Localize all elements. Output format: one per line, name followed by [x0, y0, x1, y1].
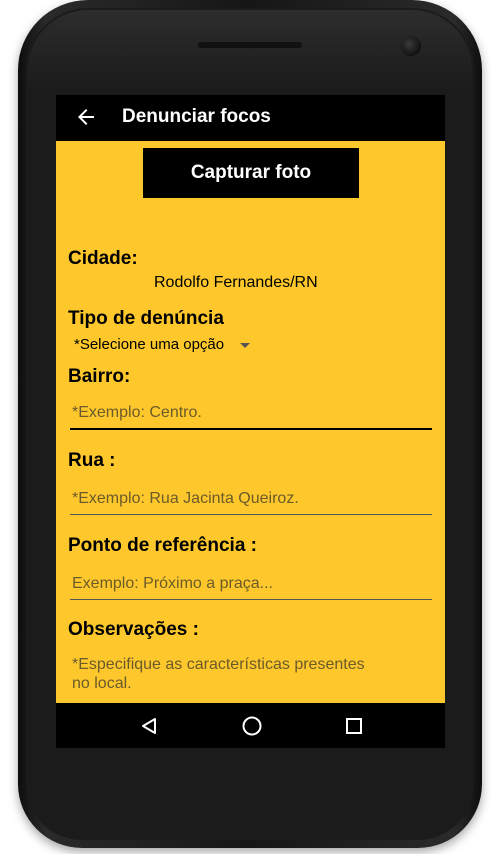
dropdown-arrow-icon	[240, 343, 251, 348]
form-content: Capturar foto Cidade: Rodolfo Fernandes/…	[56, 141, 445, 703]
reference-placeholder: Exemplo: Próximo a praça...	[72, 575, 273, 592]
neighborhood-placeholder: *Exemplo: Centro.	[72, 404, 202, 421]
app-screen: Denunciar focos Capturar foto Cidade: Ro…	[56, 95, 445, 748]
arrow-left-icon[interactable]	[74, 105, 98, 129]
complaint-type-select[interactable]: *Selecione uma opção	[74, 336, 251, 353]
triangle-back-icon	[142, 717, 156, 734]
reference-input[interactable]: Exemplo: Próximo a praça...	[70, 571, 432, 600]
capture-photo-button[interactable]: Capturar foto	[143, 148, 359, 198]
nav-home-button[interactable]	[222, 703, 282, 748]
reference-label: Ponto de referência :	[68, 535, 257, 556]
street-label: Rua :	[68, 450, 116, 471]
app-bar: Denunciar focos	[56, 95, 445, 141]
system-nav-bar	[56, 703, 445, 748]
complaint-type-label: Tipo de denúncia	[68, 308, 224, 329]
complaint-type-selected: *Selecione uma opção	[74, 336, 225, 353]
square-recents-icon	[346, 717, 362, 734]
front-camera	[401, 36, 421, 56]
phone-speaker	[198, 42, 302, 48]
street-placeholder: *Exemplo: Rua Jacinta Queiroz.	[72, 490, 299, 507]
neighborhood-input[interactable]: *Exemplo: Centro.	[70, 400, 432, 430]
city-label: Cidade:	[68, 248, 138, 269]
neighborhood-label: Bairro:	[68, 366, 131, 387]
observations-input[interactable]: *Especifique as características presente…	[72, 655, 372, 693]
page-title: Denunciar focos	[122, 106, 271, 127]
nav-recents-button[interactable]	[324, 703, 384, 748]
city-value: Rodolfo Fernandes/RN	[154, 274, 318, 291]
circle-home-icon	[242, 716, 262, 735]
nav-back-button[interactable]	[119, 703, 179, 748]
street-input[interactable]: *Exemplo: Rua Jacinta Queiroz.	[70, 486, 432, 515]
observations-label: Observações :	[68, 619, 199, 640]
